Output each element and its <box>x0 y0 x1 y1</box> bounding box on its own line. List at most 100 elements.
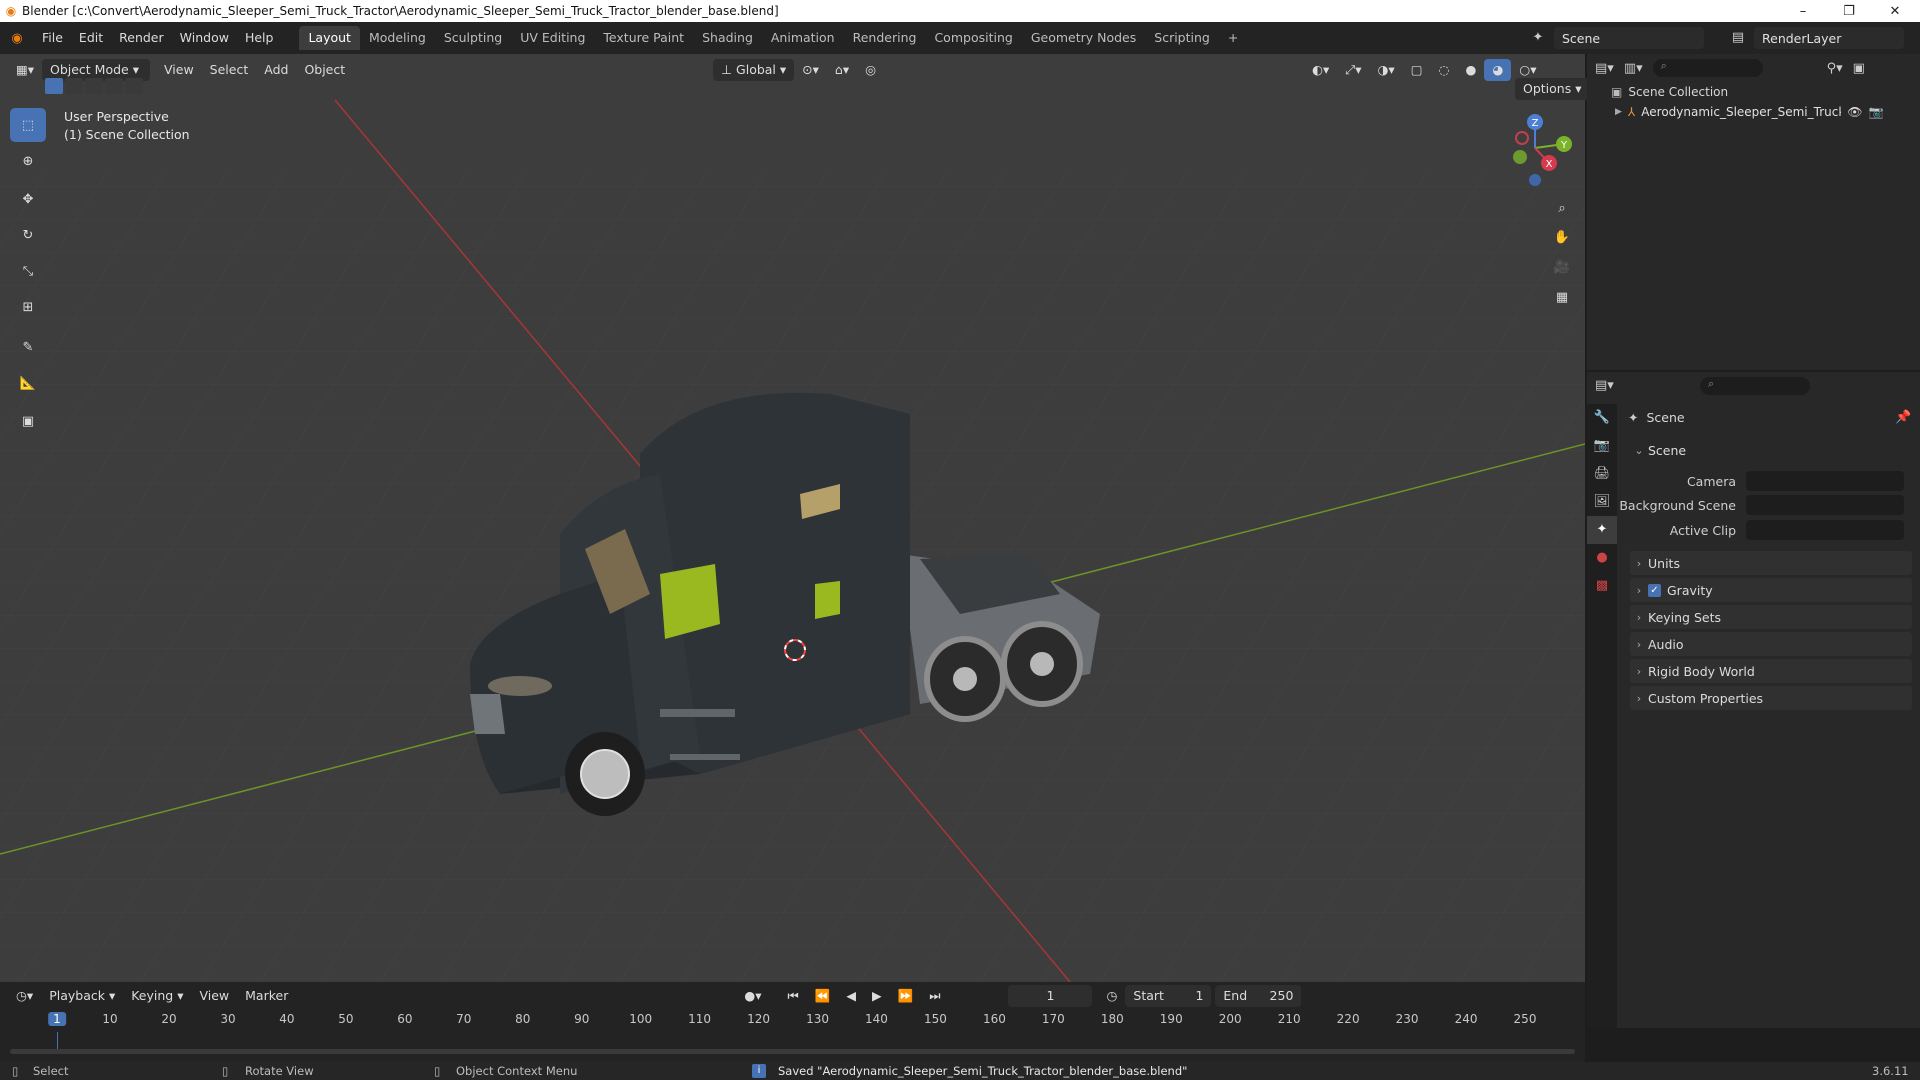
outliner-search-input[interactable]: ⌕ <box>1652 59 1763 77</box>
menu-select[interactable]: Select <box>202 59 257 81</box>
record-icon[interactable]: ●▾ <box>736 985 769 1007</box>
properties-search-input[interactable]: ⌕ <box>1700 377 1810 395</box>
render-camera-icon[interactable]: 📷 <box>1869 105 1884 119</box>
outliner-root[interactable]: ▣ Scene Collection <box>1587 82 1920 102</box>
scene-selector[interactable]: Scene <box>1554 27 1704 49</box>
menu-add[interactable]: Add <box>256 59 296 81</box>
panel-audio[interactable]: › Audio <box>1630 632 1912 656</box>
menu-file[interactable]: File <box>34 22 71 54</box>
3d-viewport[interactable] <box>0 54 1585 982</box>
transform-tool-icon[interactable]: ⊞ <box>10 290 46 324</box>
gravity-checkbox[interactable]: ✓ <box>1648 583 1661 597</box>
view-layer-icon[interactable]: ▤ <box>1724 27 1752 49</box>
solid-shading-icon[interactable]: ● <box>1457 59 1484 81</box>
menu-keying[interactable]: Keying ▾ <box>123 985 191 1007</box>
next-keyframe-icon[interactable]: ⏩ <box>890 985 922 1007</box>
play-reverse-icon[interactable]: ◀ <box>838 985 864 1007</box>
camera-view-icon[interactable]: 🎥 <box>1547 252 1577 282</box>
menu-render[interactable]: Render <box>111 22 172 54</box>
filter-icon[interactable]: ⚲▾ <box>1827 61 1843 76</box>
zoom-icon[interactable]: ⌕ <box>1547 193 1577 223</box>
end-frame-field[interactable]: End 250 <box>1215 985 1302 1007</box>
tab-sculpting[interactable]: Sculpting <box>435 26 511 50</box>
annotate-tool-icon[interactable]: ✎ <box>10 330 46 364</box>
tab-uv-editing[interactable]: UV Editing <box>511 26 594 50</box>
display-mode-icon[interactable]: ▥▾ <box>1624 61 1643 76</box>
start-frame-field[interactable]: Start 1 <box>1125 985 1212 1007</box>
visibility-eye-icon[interactable]: 👁 <box>1847 105 1862 119</box>
tab-rendering[interactable]: Rendering <box>844 26 926 50</box>
panel-rigid-body-world[interactable]: › Rigid Body World <box>1630 659 1912 683</box>
transform-orientation-selector[interactable]: ⊥ Global ▾ <box>713 59 795 81</box>
perspective-toggle-icon[interactable]: ▦ <box>1547 282 1577 312</box>
panel-units[interactable]: › Units <box>1630 551 1912 575</box>
tab-shading[interactable]: Shading <box>693 26 762 50</box>
cursor-tool-icon[interactable]: ⊕ <box>10 144 46 178</box>
snap-icon[interactable]: ⌂▾ <box>827 59 857 81</box>
properties-editor-type-icon[interactable]: ▤▾ <box>1595 378 1614 393</box>
menu-view[interactable]: View <box>156 59 202 81</box>
menu-window[interactable]: Window <box>172 22 237 54</box>
new-collection-icon[interactable]: ▣ <box>1853 61 1865 76</box>
preview-range-icon[interactable]: ◷ <box>1098 985 1125 1007</box>
gizmo-toggle-icon[interactable]: ⤢▾ <box>1337 59 1369 81</box>
panel-scene[interactable]: ⌄ Scene <box>1630 438 1912 462</box>
menu-help[interactable]: Help <box>237 22 282 54</box>
editor-type-button[interactable]: ▦▾ <box>8 59 42 81</box>
tab-layout[interactable]: Layout <box>299 26 360 50</box>
select-invert-icon[interactable] <box>105 78 123 94</box>
menu-marker[interactable]: Marker <box>237 985 296 1007</box>
active-clip-field[interactable] <box>1746 520 1904 540</box>
world-tab-icon[interactable]: ● <box>1587 544 1617 572</box>
play-icon[interactable]: ▶ <box>864 985 890 1007</box>
tab-animation[interactable]: Animation <box>762 26 844 50</box>
maximize-button[interactable]: ❐ <box>1826 0 1872 22</box>
add-cube-tool-icon[interactable]: ▣ <box>10 404 46 438</box>
rotate-tool-icon[interactable]: ↻ <box>10 218 46 252</box>
minimize-button[interactable]: – <box>1780 0 1826 22</box>
panel-gravity[interactable]: › ✓ Gravity <box>1630 578 1912 602</box>
pan-hand-icon[interactable]: ✋ <box>1547 222 1577 252</box>
jump-end-icon[interactable]: ⏭ <box>921 985 948 1007</box>
material-shading-icon[interactable]: ◕ <box>1484 59 1512 81</box>
outliner-item[interactable]: ▶ ⅄ Aerodynamic_Sleeper_Semi_Truck_Trac … <box>1587 102 1920 122</box>
scene-icon[interactable]: ✦ <box>1524 27 1552 49</box>
texture-tab-icon[interactable]: ▩ <box>1587 572 1617 600</box>
pin-icon[interactable]: 📌 <box>1895 410 1911 425</box>
overlays-icon[interactable]: ◑▾ <box>1370 59 1403 81</box>
pivot-icon[interactable]: ⊙▾ <box>794 59 827 81</box>
render-tab-icon[interactable]: 📷 <box>1587 432 1617 460</box>
options-button[interactable]: Options ▾ <box>1515 78 1590 100</box>
background-scene-field[interactable] <box>1746 495 1904 515</box>
panel-custom-properties[interactable]: › Custom Properties <box>1630 686 1912 710</box>
blender-menu-icon[interactable]: ◉ <box>0 31 34 46</box>
current-frame-field[interactable]: 1 <box>1008 985 1093 1007</box>
menu-timeline-view[interactable]: View <box>191 985 237 1007</box>
xray-icon[interactable]: ▢ <box>1403 59 1431 81</box>
timeline-scrollbar[interactable] <box>10 1049 1575 1054</box>
menu-object[interactable]: Object <box>296 59 353 81</box>
select-extend-icon[interactable] <box>65 78 83 94</box>
camera-field[interactable] <box>1746 471 1904 491</box>
select-box-tool-icon[interactable]: ⬚ <box>10 108 46 142</box>
select-subtract-icon[interactable] <box>85 78 103 94</box>
measure-tool-icon[interactable]: 📐 <box>10 366 46 400</box>
tab-modeling[interactable]: Modeling <box>360 26 435 50</box>
prev-keyframe-icon[interactable]: ⏪ <box>807 985 839 1007</box>
timeline-editor-type-icon[interactable]: ◷▾ <box>8 985 41 1007</box>
add-workspace-button[interactable]: + <box>1219 26 1247 50</box>
select-new-icon[interactable] <box>45 78 63 94</box>
tab-compositing[interactable]: Compositing <box>925 26 1021 50</box>
proportional-edit-icon[interactable]: ◎ <box>857 59 884 81</box>
tool-tab-icon[interactable]: 🔧 <box>1587 404 1617 432</box>
tab-texture-paint[interactable]: Texture Paint <box>594 26 693 50</box>
select-intersect-icon[interactable] <box>125 78 143 94</box>
wireframe-shading-icon[interactable]: ◌ <box>1431 59 1458 81</box>
expand-arrow-icon[interactable]: ▶ <box>1615 107 1622 117</box>
visibility-icon[interactable]: ◐▾ <box>1304 59 1337 81</box>
jump-start-icon[interactable]: ⏮ <box>780 985 807 1007</box>
panel-keying-sets[interactable]: › Keying Sets <box>1630 605 1912 629</box>
tab-geometry-nodes[interactable]: Geometry Nodes <box>1022 26 1145 50</box>
outliner-editor-type-icon[interactable]: ▤▾ <box>1595 61 1614 76</box>
menu-playback[interactable]: Playback ▾ <box>41 985 123 1007</box>
